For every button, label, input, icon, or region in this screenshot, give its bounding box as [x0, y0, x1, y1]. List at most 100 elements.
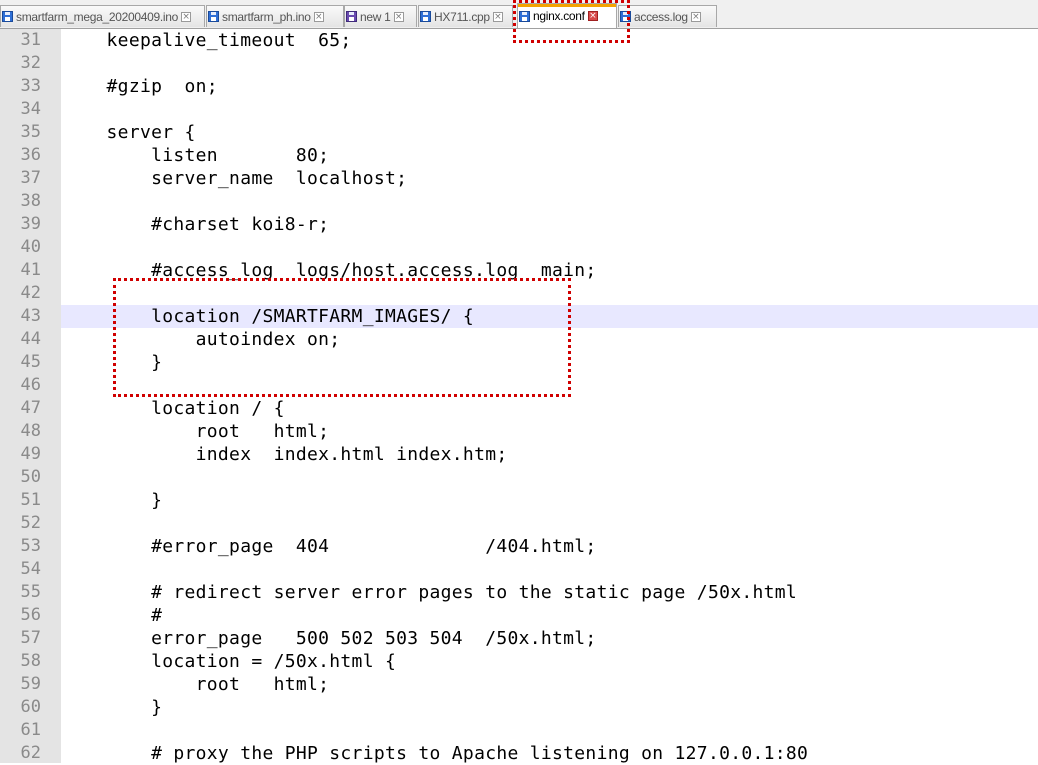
line-number: 52: [20, 513, 41, 533]
line-number: 43: [20, 306, 41, 326]
line-number: 37: [20, 168, 41, 188]
code-text: location = /50x.html {: [62, 651, 397, 672]
code-line[interactable]: 33 #gzip on;: [0, 75, 1038, 98]
code-line[interactable]: 52: [0, 512, 1038, 535]
code-line[interactable]: 62 # proxy the PHP scripts to Apache lis…: [0, 742, 1038, 765]
code-text: #gzip on;: [62, 76, 218, 97]
save-disk-icon: [519, 10, 530, 22]
line-number: 42: [20, 283, 41, 303]
tab-label: nginx.conf: [533, 9, 585, 23]
code-line[interactable]: 37 server_name localhost;: [0, 167, 1038, 190]
close-tab-icon[interactable]: ×: [492, 11, 503, 22]
tab-label: new 1: [360, 9, 391, 24]
code-text: }: [62, 352, 163, 373]
save-disk-icon: [620, 11, 631, 22]
line-number: 39: [20, 214, 41, 234]
code-line[interactable]: 61: [0, 719, 1038, 742]
code-line[interactable]: 55 # redirect server error pages to the …: [0, 581, 1038, 604]
line-number: 51: [20, 490, 41, 510]
code-text: #error_page 404 /404.html;: [62, 536, 597, 557]
line-number: 40: [20, 237, 41, 257]
line-number: 35: [20, 122, 41, 142]
save-disk-icon: [420, 11, 431, 22]
line-number: 58: [20, 651, 41, 671]
tab-label: HX711.cpp: [434, 9, 490, 24]
code-line[interactable]: 46: [0, 374, 1038, 397]
code-line[interactable]: 45 }: [0, 351, 1038, 374]
editor-text-area[interactable]: 31 keepalive_timeout 65; 32 33 #gzip on; 34…: [0, 29, 1038, 765]
save-disk-icon: [346, 11, 357, 22]
tab-nginx-conf[interactable]: nginx.conf ×: [517, 3, 617, 28]
code-line[interactable]: 36 listen 80;: [0, 144, 1038, 167]
code-line[interactable]: 35 server {: [0, 121, 1038, 144]
line-number: 50: [20, 467, 41, 487]
code-line[interactable]: 40: [0, 236, 1038, 259]
tab-label: smartfarm_mega_20200409.ino: [16, 9, 179, 24]
code-line[interactable]: 50: [0, 466, 1038, 489]
line-number: 38: [20, 191, 41, 211]
code-text: location / {: [62, 398, 285, 419]
code-text: listen 80;: [62, 145, 330, 166]
line-number: 57: [20, 628, 41, 648]
current-code-line[interactable]: 43 location /SMARTFARM_IMAGES/ {: [21, 305, 1038, 328]
tab-smartfarm-mega-20200409-ino[interactable]: smartfarm_mega_20200409.ino ×: [0, 5, 205, 27]
tab-new-1[interactable]: new 1 ×: [344, 5, 417, 27]
line-number: 60: [20, 697, 41, 717]
code-line[interactable]: 54: [0, 558, 1038, 581]
code-line[interactable]: 53 #error_page 404 /404.html;: [0, 535, 1038, 558]
code-line[interactable]: 56 #: [0, 604, 1038, 627]
code-text: error_page 500 502 503 504 /50x.html;: [62, 628, 597, 649]
code-text: autoindex on;: [62, 329, 341, 350]
line-number: 31: [20, 30, 41, 50]
code-line[interactable]: 44 autoindex on;: [0, 328, 1038, 351]
line-number: 62: [20, 743, 41, 763]
code-text: location /SMARTFARM_IMAGES/ {: [62, 306, 475, 327]
close-tab-icon[interactable]: ×: [393, 11, 404, 22]
code-line[interactable]: 41 #access_log logs/host.access.log main…: [0, 259, 1038, 282]
line-number: 53: [20, 536, 41, 556]
tab-smartfarm-ph-ino[interactable]: smartfarm_ph.ino ×: [206, 5, 344, 27]
save-disk-icon: [2, 11, 13, 22]
close-tab-icon[interactable]: ×: [690, 11, 701, 22]
code-text: # proxy the PHP scripts to Apache listen…: [62, 743, 809, 764]
close-tab-icon[interactable]: ×: [181, 11, 192, 22]
code-line[interactable]: 31 keepalive_timeout 65;: [0, 29, 1038, 52]
line-number: 33: [20, 76, 41, 96]
code-line[interactable]: 42: [0, 282, 1038, 305]
line-number: 41: [20, 260, 41, 280]
code-line[interactable]: 38: [0, 190, 1038, 213]
line-number: 44: [20, 329, 41, 349]
line-number: 34: [20, 99, 41, 119]
code-line[interactable]: 47 location / {: [0, 397, 1038, 420]
line-number: 61: [20, 720, 41, 740]
line-number: 45: [20, 352, 41, 372]
code-text: }: [62, 490, 163, 511]
code-text: keepalive_timeout 65;: [62, 30, 352, 51]
code-text: #charset koi8-r;: [62, 214, 330, 235]
code-text: server_name localhost;: [62, 168, 408, 189]
line-number: 56: [20, 605, 41, 625]
tab-hx711-cpp[interactable]: HX711.cpp ×: [418, 5, 513, 27]
code-line[interactable]: 49 index index.html index.htm;: [0, 443, 1038, 466]
code-line[interactable]: 58 location = /50x.html {: [0, 650, 1038, 673]
code-line[interactable]: 32: [0, 52, 1038, 75]
code-line[interactable]: 39 #charset koi8-r;: [0, 213, 1038, 236]
code-line[interactable]: 59 root html;: [0, 673, 1038, 696]
code-text: }: [62, 697, 163, 718]
code-line[interactable]: 51 }: [0, 489, 1038, 512]
code-line[interactable]: 60 }: [0, 696, 1038, 719]
code-line[interactable]: 34: [0, 98, 1038, 121]
code-line[interactable]: 48 root html;: [0, 420, 1038, 443]
line-number: 47: [20, 398, 41, 418]
code-text: #: [62, 605, 163, 626]
line-number: 54: [20, 559, 41, 579]
close-tab-icon[interactable]: ×: [587, 11, 598, 21]
tab-label: smartfarm_ph.ino: [222, 9, 311, 24]
line-number: 59: [20, 674, 41, 694]
line-number: 36: [20, 145, 41, 165]
code-text: # redirect server error pages to the sta…: [62, 582, 798, 603]
tab-access-log[interactable]: access.log ×: [618, 5, 717, 27]
code-line[interactable]: 57 error_page 500 502 503 504 /50x.html;: [0, 627, 1038, 650]
tab-label: access.log: [634, 9, 688, 24]
close-tab-icon[interactable]: ×: [313, 11, 324, 22]
